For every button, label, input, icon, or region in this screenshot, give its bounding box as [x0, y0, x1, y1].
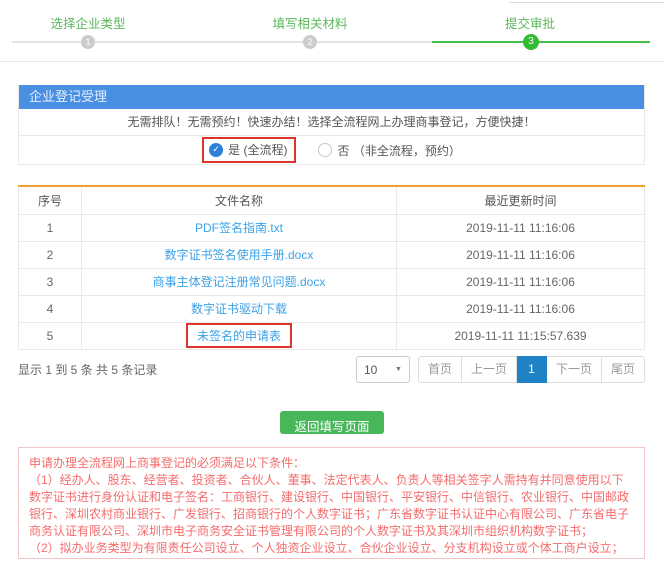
- notice-intro: 申请办理全流程网上商事登记的必须满足以下条件：: [29, 455, 634, 472]
- notice-condition-1: （1）经办人、股东、经营者、投资者、合伙人、董事、法定代表人、负责人等相关签字人…: [29, 472, 634, 540]
- step-1-label: 选择企业类型: [18, 13, 158, 32]
- header-name: 文件名称: [82, 186, 397, 214]
- step-2-label: 填写相关材料: [240, 13, 380, 32]
- radio-full-process-label: 是 (全流程): [228, 141, 287, 158]
- table-row: 1 PDF签名指南.txt 2019-11-11 11:16:06: [19, 214, 645, 241]
- panel-title: 企业登记受理: [19, 85, 644, 109]
- pager-last-button[interactable]: 尾页: [602, 356, 645, 383]
- pager-first-button[interactable]: 首页: [418, 356, 462, 383]
- files-table: 序号 文件名称 最近更新时间 1 PDF签名指南.txt 2019-11-11 …: [18, 185, 645, 350]
- file-link-unsigned-form[interactable]: 未签名的申请表: [197, 329, 281, 343]
- radio-non-full-process[interactable]: [318, 143, 332, 157]
- pager: 首页 上一页 1 下一页 尾页: [418, 356, 645, 383]
- cell-no: 5: [19, 322, 82, 349]
- highlight-box-unsigned-form: 未签名的申请表: [186, 323, 292, 348]
- cell-time: 2019-11-11 11:16:06: [397, 214, 645, 241]
- radio-checked-icon: ✓: [212, 144, 220, 155]
- cell-time: 2019-11-11 11:16:06: [397, 268, 645, 295]
- page-size-select[interactable]: 10 ▼: [356, 356, 410, 383]
- pagination-controls: 10 ▼ 首页 上一页 1 下一页 尾页: [356, 356, 645, 383]
- header-no: 序号: [19, 186, 82, 214]
- table-row: 3 商事主体登记注册常见问题.docx 2019-11-11 11:16:06: [19, 268, 645, 295]
- table-row: 2 数字证书签名使用手册.docx 2019-11-11 11:16:06: [19, 241, 645, 268]
- requirements-notice: 申请办理全流程网上商事登记的必须满足以下条件： （1）经办人、股东、经营者、投资…: [18, 447, 645, 559]
- cell-time: 2019-11-11 11:16:06: [397, 295, 645, 322]
- cell-time: 2019-11-11 11:15:57.639: [397, 322, 645, 349]
- step-2-circle: 2: [303, 35, 317, 49]
- notice-condition-3: （3）企业名称不需要相关机关核准的；: [29, 557, 634, 559]
- process-type-radio-group: ✓ 是 (全流程) 否 （非全流程，预约）: [19, 136, 644, 164]
- cell-time: 2019-11-11 11:16:06: [397, 241, 645, 268]
- radio-full-process[interactable]: ✓: [209, 143, 223, 157]
- pager-page-1-button[interactable]: 1: [517, 356, 547, 383]
- registration-acceptance-panel: 企业登记受理 无需排队！无需预约！快速办结！选择全流程网上办理商事登记，方便快捷…: [18, 85, 645, 165]
- pager-prev-button[interactable]: 上一页: [462, 356, 517, 383]
- notice-condition-2: （2）拟办业务类型为有限责任公司设立、个人独资企业设立、合伙企业设立、分支机构设…: [29, 540, 634, 557]
- chevron-down-icon: ▼: [395, 366, 402, 373]
- file-link-pdf-sign-guide[interactable]: PDF签名指南.txt: [195, 221, 283, 235]
- step-1-circle: 1: [81, 35, 95, 49]
- step-3-label: 提交审批: [460, 13, 600, 32]
- file-link-cert-manual[interactable]: 数字证书签名使用手册.docx: [165, 248, 314, 262]
- step-3-circle-active: 3: [523, 34, 539, 50]
- button-row: 返回填写页面: [0, 411, 664, 436]
- record-summary: 显示 1 到 5 条 共 5 条记录: [18, 361, 157, 378]
- file-link-cert-driver[interactable]: 数字证书驱动下载: [191, 302, 287, 316]
- radio-non-full-process-label: 否 （非全流程，预约）: [337, 142, 460, 159]
- table-footer: 显示 1 到 5 条 共 5 条记录 10 ▼ 首页 上一页 1 下一页 尾页: [18, 356, 645, 384]
- file-link-faq[interactable]: 商事主体登记注册常见问题.docx: [153, 275, 326, 289]
- cell-no: 1: [19, 214, 82, 241]
- highlight-box-full-process: ✓ 是 (全流程): [202, 137, 296, 163]
- cell-no: 3: [19, 268, 82, 295]
- cell-no: 2: [19, 241, 82, 268]
- header-time: 最近更新时间: [397, 186, 645, 214]
- radio-option-non-full: 否 （非全流程，预约）: [318, 142, 460, 159]
- promo-text: 无需排队！无需预约！快速办结！选择全流程网上办理商事登记，方便快捷！: [19, 109, 644, 136]
- step-indicator: 选择企业类型 填写相关材料 提交审批 1 2 3: [0, 0, 664, 62]
- table-row: 5 未签名的申请表 2019-11-11 11:15:57.639: [19, 322, 645, 349]
- table-row: 4 数字证书驱动下载 2019-11-11 11:16:06: [19, 295, 645, 322]
- top-right-divider: [509, 2, 664, 3]
- step-track-active: [432, 41, 650, 43]
- page-size-value: 10: [364, 363, 377, 377]
- table-header-row: 序号 文件名称 最近更新时间: [19, 186, 645, 214]
- cell-no: 4: [19, 295, 82, 322]
- pager-next-button[interactable]: 下一页: [547, 356, 602, 383]
- back-to-form-button[interactable]: 返回填写页面: [280, 411, 383, 434]
